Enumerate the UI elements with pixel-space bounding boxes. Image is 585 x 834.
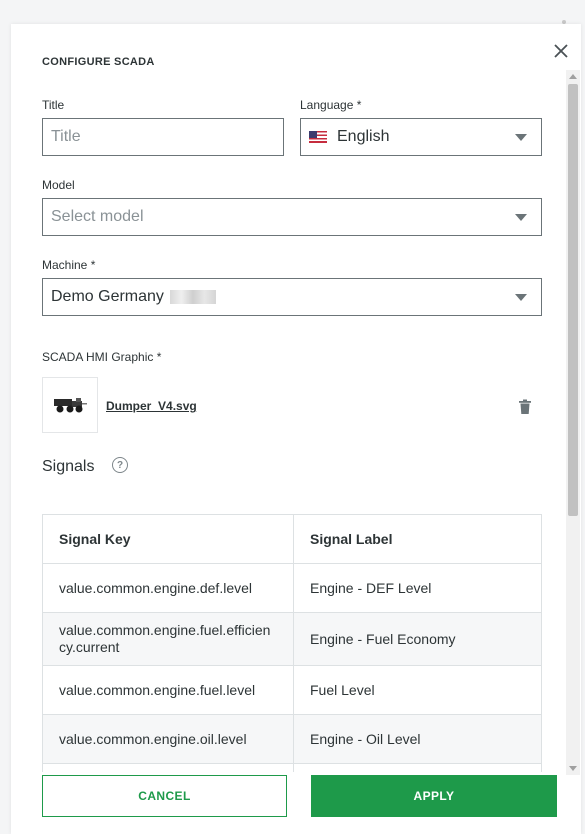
- help-icon[interactable]: ?: [112, 457, 128, 473]
- model-placeholder: Select model: [51, 208, 144, 225]
- title-label: Title: [42, 98, 65, 112]
- graphic-label: SCADA HMI Graphic *: [42, 350, 162, 364]
- scroll-up-icon[interactable]: [569, 74, 577, 79]
- chevron-down-icon: [515, 294, 527, 301]
- signal-key-cell: value.common.engine.fuel.efficiency.curr…: [42, 612, 294, 666]
- signal-label-cell: Engine - Oil Level: [293, 714, 542, 764]
- title-input[interactable]: [51, 128, 283, 146]
- apply-button[interactable]: APPLY: [311, 775, 557, 817]
- table-row: value.common.engine.fuel.efficiency.curr…: [42, 612, 542, 666]
- chevron-down-icon: [515, 214, 527, 221]
- language-select[interactable]: English: [300, 118, 542, 156]
- scrollbar[interactable]: [566, 70, 580, 775]
- us-flag-icon: [309, 131, 327, 143]
- cancel-button[interactable]: CANCEL: [42, 775, 287, 817]
- chevron-down-icon: [515, 134, 527, 141]
- column-header-signal-label: Signal Label: [293, 514, 542, 564]
- signal-key-cell: [42, 763, 294, 772]
- language-value: English: [337, 128, 390, 145]
- dialog-title: CONFIGURE SCADA: [42, 56, 155, 68]
- column-header-signal-key: Signal Key: [42, 514, 294, 564]
- signal-label-cell: Engine - Fuel Economy: [293, 612, 542, 666]
- signal-label-cell: Engine - DEF Level: [293, 563, 542, 613]
- close-button[interactable]: [551, 41, 571, 61]
- language-label: Language *: [300, 98, 362, 112]
- signals-heading: Signals: [42, 458, 95, 475]
- close-icon: [554, 44, 568, 58]
- table-row: value.common.engine.oil.level Engine - O…: [42, 714, 542, 764]
- machine-label: Machine *: [42, 258, 96, 272]
- signal-label-cell: Fuel Level: [293, 665, 542, 715]
- title-field[interactable]: [42, 118, 284, 156]
- table-header-row: Signal Key Signal Label: [42, 514, 542, 564]
- signal-key-cell: value.common.engine.def.level: [42, 563, 294, 613]
- graphic-file-link[interactable]: Dumper_V4.svg: [106, 399, 197, 413]
- redacted-text: [169, 290, 216, 304]
- signal-key-cell: value.common.engine.fuel.level: [42, 665, 294, 715]
- graphic-thumbnail: [42, 377, 98, 433]
- model-label: Model: [42, 178, 75, 192]
- scrollbar-thumb[interactable]: [568, 84, 578, 516]
- signal-label-cell: [293, 763, 542, 772]
- table-row: [42, 763, 542, 772]
- scroll-down-icon[interactable]: [569, 766, 577, 771]
- machine-value: Demo Germany: [51, 288, 164, 305]
- table-row: value.common.engine.fuel.level Fuel Leve…: [42, 665, 542, 715]
- signal-key-cell: value.common.engine.oil.level: [42, 714, 294, 764]
- signals-table: Signal Key Signal Label value.common.eng…: [42, 514, 542, 772]
- table-row: value.common.engine.def.level Engine - D…: [42, 563, 542, 613]
- model-select[interactable]: Select model: [42, 198, 542, 236]
- machine-select[interactable]: Demo Germany: [42, 278, 542, 316]
- dumper-truck-icon: [54, 398, 87, 413]
- trash-icon[interactable]: [518, 399, 532, 415]
